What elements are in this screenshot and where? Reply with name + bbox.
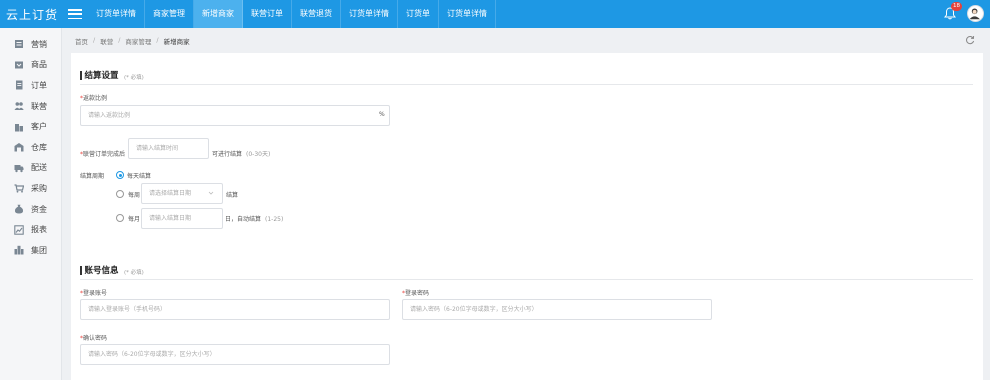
order-icon [14,80,24,90]
notification-badge: 18 [951,2,962,11]
sidebar-item-label: 资金 [31,204,47,214]
rebate-label: *返款比例 [80,95,108,102]
refresh-icon[interactable] [965,35,975,45]
breadcrumb-separator: / [93,36,96,44]
section-divider [80,84,973,85]
breadcrumb-merchant-management[interactable]: 商家管理 [125,36,151,46]
sidebar-item-label: 订单 [31,80,47,90]
login-password-label: *登录密码 [402,290,430,297]
warehouse-icon [14,142,24,152]
sidebar-item-label: 采购 [31,183,47,193]
tab-add-merchant[interactable]: 新增商家 [194,0,243,28]
sidebar: 营销 商品 订单 联营 客户 仓库 配送 采购 资金 报表 集团 [0,28,62,380]
section-title-account: 账号信息 [80,264,119,276]
daily-label: 每天结算 [127,173,152,180]
sidebar-item-funds[interactable]: 资金 [0,199,61,220]
monthly-label: 每月 [128,216,141,223]
login-account-input[interactable]: 请输入登录账号（手机号码） [80,299,390,320]
tab-order-detail[interactable]: 订货单详情 [88,0,145,28]
sidebar-item-warehouse[interactable]: 仓库 [0,137,61,158]
section-divider [80,279,973,280]
settle-cycle-label: 结算周期 [80,173,105,180]
sidebar-item-label: 营销 [31,39,47,49]
breadcrumb-separator: / [118,36,121,44]
partner-icon [14,101,24,111]
group-icon [14,245,24,255]
tab-order-detail-2[interactable]: 订货单详情 [341,0,398,28]
sidebar-item-delivery[interactable]: 配送 [0,158,61,179]
section-title-text: 账号信息 [84,266,119,276]
top-bar: 云上订货 订货单详情 商家管理 新增商家 联营订单 联营退货 订货单详情 订货单… [0,0,990,28]
sidebar-item-goods[interactable]: 商品 [0,55,61,76]
breadcrumb: 首页 / 联营 / 商家管理 / 新增商家 [75,36,190,46]
weekly-label: 每周 [128,192,141,199]
order-settle-suffix: 可进行结算 (0-30天) [212,151,271,158]
order-settle-label: *联营订单完成后 [80,151,126,158]
sidebar-item-label: 客户 [31,122,47,132]
tab-joint-orders[interactable]: 联营订单 [243,0,292,28]
tab-merchant-management[interactable]: 商家管理 [145,0,194,28]
settle-time-input[interactable]: 请输入结算时间 [128,138,209,159]
sidebar-item-customer[interactable]: 客户 [0,116,61,137]
radio-daily[interactable] [116,171,124,179]
sidebar-item-partner[interactable]: 联营 [0,96,61,117]
sidebar-item-report[interactable]: 报表 [0,219,61,240]
title-bar [80,70,82,80]
report-icon [14,224,24,235]
title-bar [80,265,82,275]
chevron-down-icon [208,191,214,195]
sidebar-item-label: 报表 [31,225,47,235]
breadcrumb-partner[interactable]: 联营 [100,36,113,46]
avatar[interactable] [967,5,984,22]
percent-unit: % [379,111,385,118]
sidebar-item-label: 联营 [31,101,47,111]
customer-icon [14,122,24,132]
monthly-suffix: 日，自动结算 (1-25) [225,216,284,223]
tab-joint-returns[interactable]: 联营退货 [292,0,341,28]
radio-weekly[interactable] [116,190,124,198]
tab-order-detail-3[interactable]: 订货单详情 [439,0,496,28]
breadcrumb-separator: / [156,36,159,44]
sidebar-item-label: 集团 [31,245,47,255]
sidebar-item-label: 仓库 [31,142,47,152]
confirm-password-input[interactable]: 请输入密码（6-20位字母或数字，区分大小写） [80,344,390,365]
hamburger-menu-icon[interactable] [68,9,82,19]
confirm-password-label: *确认密码 [80,335,108,342]
sidebar-item-purchase[interactable]: 采购 [0,178,61,199]
monthly-date-input[interactable]: 请输入结算日期 [141,208,223,229]
section-title-settlement: 结算设置 [80,69,119,81]
required-note: (* 必填) [124,270,144,276]
goods-icon [14,60,24,70]
weekly-suffix: 结算 [226,192,239,199]
app-logo[interactable]: 云上订货 [0,6,62,23]
main-content: 首页 / 联营 / 商家管理 / 新增商家 结算设置 (* 必填) *返款比例 … [62,28,990,380]
sidebar-item-label: 商品 [31,60,47,70]
sidebar-item-marketing[interactable]: 营销 [0,34,61,55]
delivery-icon [14,163,24,173]
funds-icon [14,204,24,214]
breadcrumb-current: 新增商家 [163,38,190,46]
login-account-label: *登录账号 [80,290,108,297]
purchase-icon [14,183,24,194]
sidebar-item-orders[interactable]: 订单 [0,75,61,96]
breadcrumb-home[interactable]: 首页 [75,36,88,46]
sidebar-item-group[interactable]: 集团 [0,240,61,261]
radio-monthly[interactable] [116,214,124,222]
marketing-icon [14,39,24,49]
rebate-input[interactable]: 请输入返款比例 [80,105,390,126]
form-panel: 结算设置 (* 必填) *返款比例 请输入返款比例 % *联营订单完成后 请输入… [71,53,983,380]
tab-orders[interactable]: 订货单 [398,0,439,28]
login-password-input[interactable]: 请输入密码（6-20位字母或数字，区分大小写） [402,299,712,320]
sidebar-item-label: 配送 [31,163,47,173]
section-title-text: 结算设置 [84,71,119,81]
top-tabs: 订货单详情 商家管理 新增商家 联营订单 联营退货 订货单详情 订货单 订货单详… [88,0,496,28]
required-note: (* 必填) [124,75,144,81]
